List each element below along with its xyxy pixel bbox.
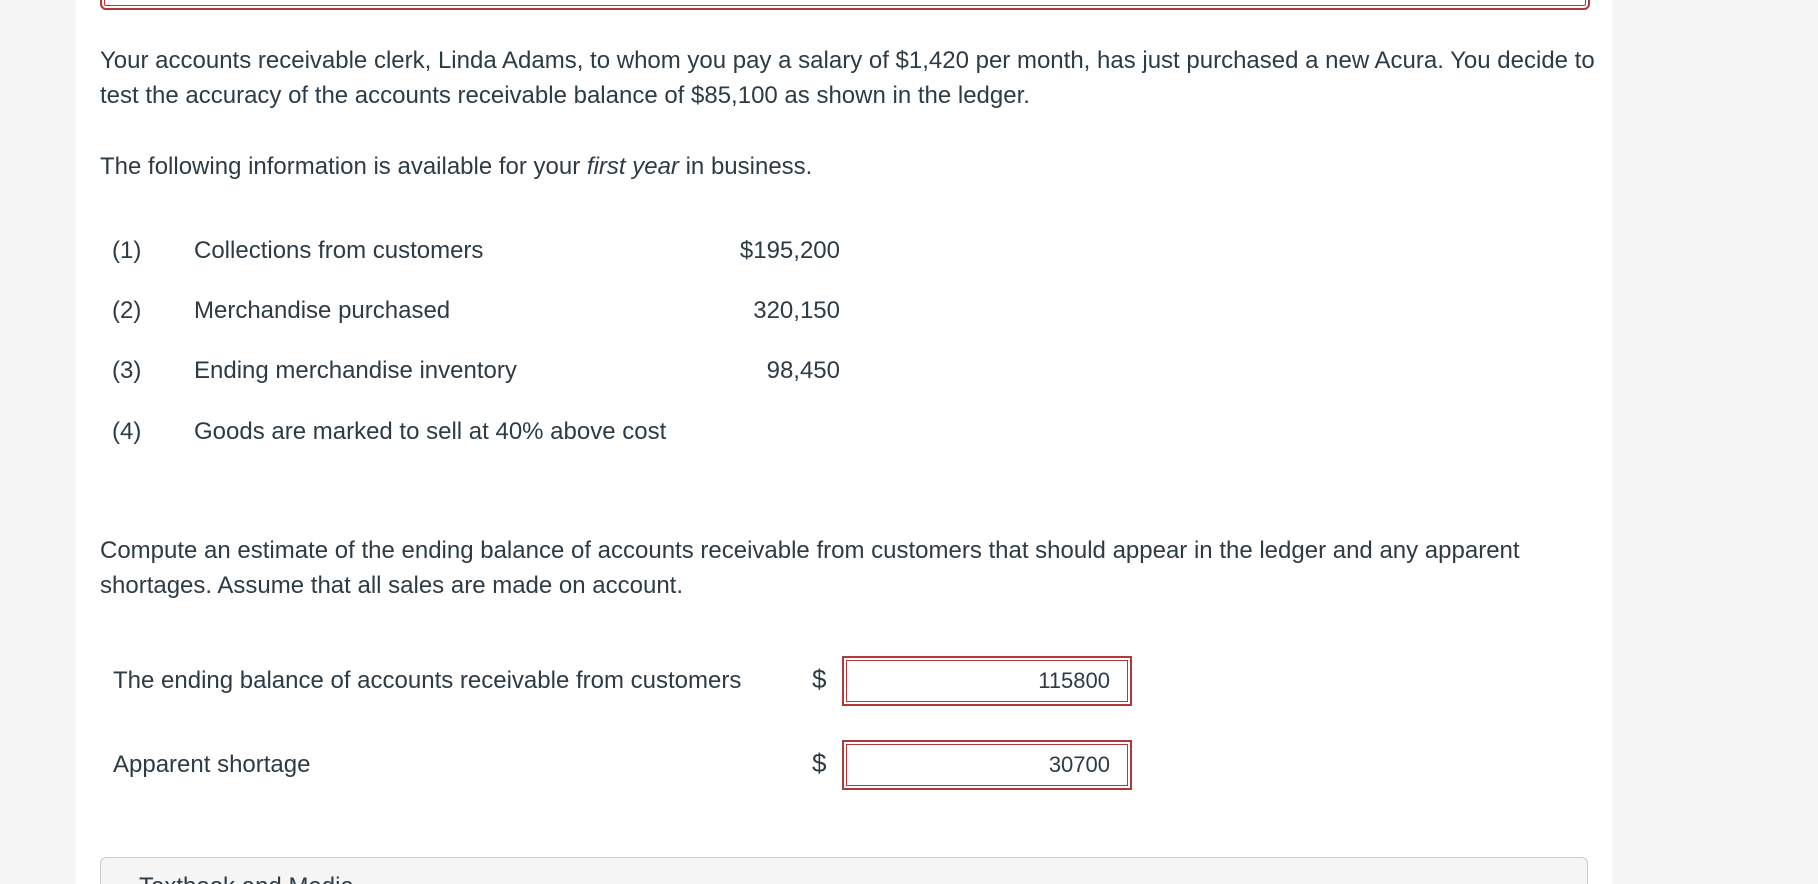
item-description: Ending merchandise inventory [194,357,517,384]
previous-answer-box [100,0,1590,10]
problem-intro-text: Your accounts receivable clerk, Linda Ad… [100,47,1595,109]
shortage-field-frame [842,740,1132,790]
item-number: (4) [112,418,142,445]
context-emphasis: first year [586,153,679,180]
ending-balance-input[interactable] [850,664,1120,698]
context-text-start: The following information is available f… [100,153,587,180]
item-amount: 320,150 [753,297,840,324]
problem-instruction-text: Compute an estimate of the ending balanc… [100,537,1520,599]
item-number: (1) [112,237,142,264]
item-description: Merchandise purchased [194,297,451,324]
currency-symbol: $ [812,748,827,778]
info-row-markup: (4) Goods are marked to sell at 40% abov… [100,412,840,452]
shortage-input[interactable] [850,748,1120,782]
ending-balance-field-frame [842,656,1132,706]
textbook-media-title: Textbook and Media [139,872,354,884]
shortage-label: Apparent shortage [113,751,311,778]
currency-symbol: $ [812,664,827,694]
item-description: Collections from customers [194,237,484,264]
item-number: (3) [112,357,142,384]
info-row-purchases: (2) Merchandise purchased 320,150 [100,291,840,331]
answer-row-ending-balance: The ending balance of accounts receivabl… [100,656,1140,708]
textbook-media-panel[interactable]: Textbook and Media [100,857,1588,884]
page: Your accounts receivable clerk, Linda Ad… [0,0,1818,884]
info-row-collections: (1) Collections from customers $195,200 [100,231,840,271]
item-amount: $195,200 [739,237,840,264]
problem-context-text: The following information is available f… [100,149,1600,184]
item-number: (2) [112,297,142,324]
ending-balance-label: The ending balance of accounts receivabl… [113,667,742,694]
context-text-end: in business. [678,153,813,180]
info-row-inventory: (3) Ending merchandise inventory 98,450 [100,351,840,391]
answer-row-shortage: Apparent shortage $ [100,740,1140,792]
item-description: Goods are marked to sell at 40% above co… [194,418,667,445]
item-amount: 98,450 [766,357,840,384]
